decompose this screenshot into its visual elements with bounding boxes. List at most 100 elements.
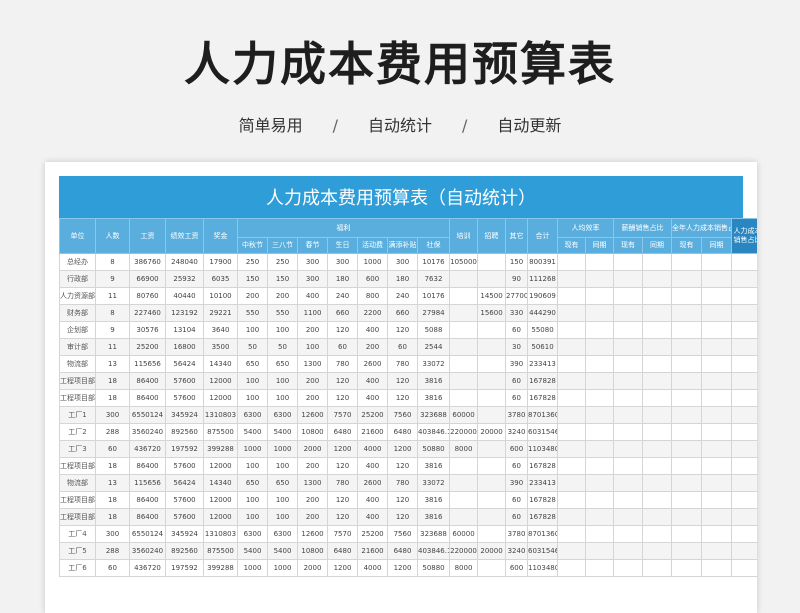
empty-cell[interactable]: [701, 321, 733, 339]
data-cell[interactable]: 6031546: [527, 542, 559, 560]
data-cell[interactable]: 7570: [327, 406, 358, 424]
empty-cell[interactable]: [557, 542, 587, 560]
data-cell[interactable]: [449, 389, 479, 407]
empty-cell[interactable]: [731, 423, 757, 441]
empty-cell[interactable]: [701, 559, 733, 577]
data-cell[interactable]: 197592: [165, 559, 204, 577]
data-cell[interactable]: 323688: [416, 406, 451, 424]
data-cell[interactable]: 780: [387, 474, 418, 492]
data-cell[interactable]: 3816: [416, 372, 451, 390]
data-cell[interactable]: 197592: [165, 440, 204, 458]
data-cell[interactable]: 6480: [327, 423, 358, 441]
data-cell[interactable]: 27700: [505, 287, 529, 305]
empty-cell[interactable]: [671, 270, 703, 288]
empty-cell[interactable]: [671, 491, 703, 509]
data-cell[interactable]: [477, 406, 507, 424]
data-cell[interactable]: 60: [505, 372, 529, 390]
empty-cell[interactable]: [557, 389, 587, 407]
data-cell[interactable]: 400: [357, 389, 388, 407]
empty-cell[interactable]: [613, 440, 644, 458]
data-cell[interactable]: 1200: [327, 440, 358, 458]
data-cell[interactable]: 14340: [203, 355, 238, 373]
data-cell[interactable]: 390: [505, 355, 529, 373]
data-cell[interactable]: [449, 474, 479, 492]
empty-cell[interactable]: [642, 253, 673, 271]
empty-cell[interactable]: [557, 491, 587, 509]
empty-cell[interactable]: [585, 491, 615, 509]
data-cell[interactable]: 10176: [416, 287, 451, 305]
data-cell[interactable]: 100: [267, 321, 298, 339]
empty-cell[interactable]: [642, 423, 673, 441]
unit-cell[interactable]: 工厂4: [59, 525, 96, 543]
empty-cell[interactable]: [731, 338, 757, 356]
empty-cell[interactable]: [613, 508, 644, 526]
empty-cell[interactable]: [613, 457, 644, 475]
empty-cell[interactable]: [585, 542, 615, 560]
data-cell[interactable]: 57600: [165, 508, 204, 526]
data-cell[interactable]: [477, 338, 507, 356]
data-cell[interactable]: 400: [297, 287, 328, 305]
data-cell[interactable]: 399288: [203, 440, 238, 458]
empty-cell[interactable]: [585, 406, 615, 424]
empty-cell[interactable]: [671, 525, 703, 543]
empty-cell[interactable]: [642, 440, 673, 458]
data-cell[interactable]: 100: [267, 457, 298, 475]
data-cell[interactable]: 5400: [237, 423, 268, 441]
data-cell[interactable]: 200: [297, 321, 328, 339]
data-cell[interactable]: [477, 508, 507, 526]
data-cell[interactable]: 25200: [129, 338, 166, 356]
data-cell[interactable]: 6480: [327, 542, 358, 560]
data-cell[interactable]: 3560240: [129, 423, 166, 441]
data-cell[interactable]: 100: [237, 491, 268, 509]
data-cell[interactable]: 120: [387, 457, 418, 475]
data-cell[interactable]: 12600: [297, 525, 328, 543]
data-cell[interactable]: 120: [327, 508, 358, 526]
data-cell[interactable]: 50880: [416, 440, 451, 458]
empty-cell[interactable]: [642, 338, 673, 356]
empty-cell[interactable]: [671, 389, 703, 407]
empty-cell[interactable]: [585, 508, 615, 526]
data-cell[interactable]: 800391: [527, 253, 559, 271]
data-cell[interactable]: 86400: [129, 457, 166, 475]
data-cell[interactable]: 650: [267, 474, 298, 492]
data-cell[interactable]: 227460: [129, 304, 166, 322]
empty-cell[interactable]: [557, 355, 587, 373]
unit-cell[interactable]: 工程项目部: [59, 372, 96, 390]
data-cell[interactable]: 288: [95, 542, 130, 560]
empty-cell[interactable]: [585, 559, 615, 577]
empty-cell[interactable]: [671, 559, 703, 577]
empty-cell[interactable]: [585, 355, 615, 373]
empty-cell[interactable]: [613, 406, 644, 424]
data-cell[interactable]: 21600: [357, 423, 388, 441]
data-cell[interactable]: 2000: [297, 559, 328, 577]
data-cell[interactable]: 60: [505, 457, 529, 475]
empty-cell[interactable]: [613, 355, 644, 373]
data-cell[interactable]: 10100: [203, 287, 238, 305]
data-cell[interactable]: 400: [357, 372, 388, 390]
data-cell[interactable]: 25200: [357, 406, 388, 424]
data-cell[interactable]: 12000: [203, 508, 238, 526]
empty-cell[interactable]: [701, 474, 733, 492]
data-cell[interactable]: 18: [95, 389, 130, 407]
empty-cell[interactable]: [701, 287, 733, 305]
data-cell[interactable]: [477, 389, 507, 407]
empty-cell[interactable]: [613, 389, 644, 407]
empty-cell[interactable]: [731, 321, 757, 339]
data-cell[interactable]: 60: [505, 491, 529, 509]
data-cell[interactable]: 100: [267, 491, 298, 509]
data-cell[interactable]: 6031546: [527, 423, 559, 441]
data-cell[interactable]: 550: [237, 304, 268, 322]
data-cell[interactable]: [477, 355, 507, 373]
data-cell[interactable]: [449, 508, 479, 526]
empty-cell[interactable]: [557, 253, 587, 271]
empty-cell[interactable]: [642, 457, 673, 475]
data-cell[interactable]: 8000: [449, 440, 479, 458]
data-cell[interactable]: 3240: [505, 423, 529, 441]
empty-cell[interactable]: [731, 525, 757, 543]
data-cell[interactable]: 40440: [165, 287, 204, 305]
data-cell[interactable]: 436720: [129, 559, 166, 577]
unit-cell[interactable]: 物流部: [59, 474, 96, 492]
data-cell[interactable]: 12000: [203, 389, 238, 407]
empty-cell[interactable]: [585, 287, 615, 305]
data-cell[interactable]: 60: [505, 508, 529, 526]
